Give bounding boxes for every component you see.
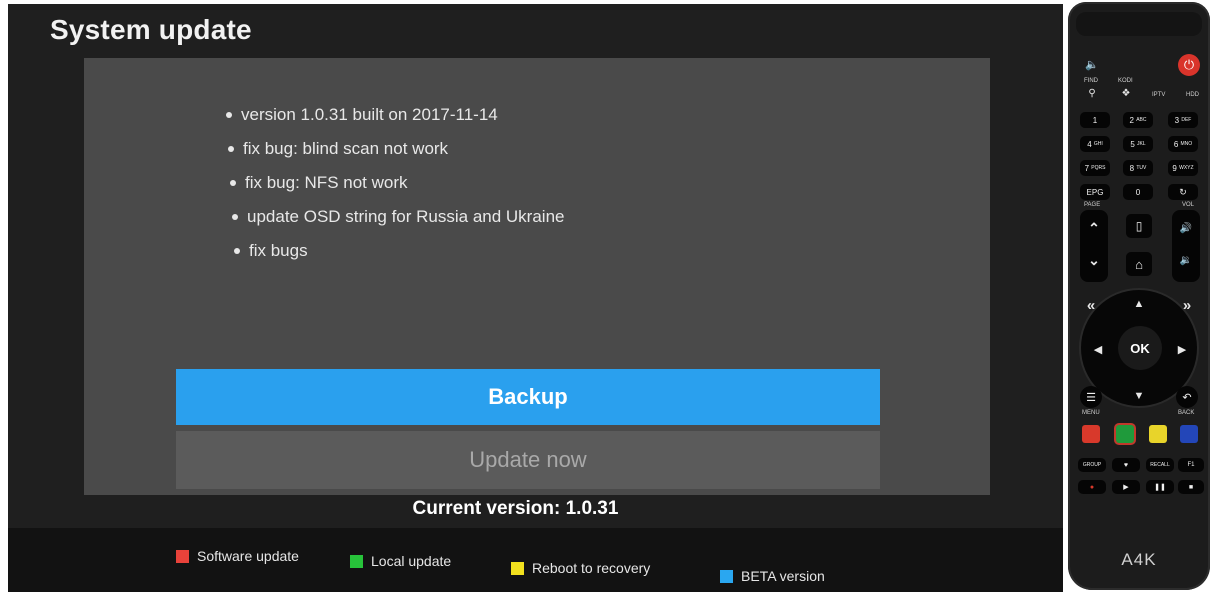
epg-button[interactable]: EPG [1080, 184, 1110, 200]
blue-key[interactable] [1180, 425, 1198, 443]
release-notes-list: version 1.0.31 built on 2017-11-14 fix b… [156, 98, 565, 268]
remote-control: 🔈 ⏻ FIND KODI ⚲ ❖ IPTV HDD 1 2 ABC 3 DEF… [1068, 2, 1210, 590]
play-icon[interactable]: ▶ [1112, 480, 1140, 494]
brand-logo: A4K [1121, 550, 1157, 569]
heart-icon[interactable]: ♥ [1112, 458, 1140, 472]
f1-button[interactable]: F1 [1178, 458, 1204, 472]
number-key-9[interactable]: 9 WXYZ [1168, 160, 1198, 176]
group-button[interactable]: GROUP [1078, 458, 1106, 472]
ir-window [1076, 12, 1202, 36]
vol-label: VOL [1182, 202, 1195, 208]
arrow-right-icon[interactable]: ▶ [1172, 338, 1192, 360]
find-label: FIND [1084, 78, 1098, 84]
menu-icon[interactable]: ☰ [1080, 386, 1102, 408]
pause-icon[interactable]: ❚❚ [1146, 480, 1174, 494]
blue-key-icon [720, 569, 733, 583]
back-label: BACK [1178, 410, 1195, 416]
stop-icon[interactable]: ■ [1178, 480, 1204, 494]
volume-up-icon[interactable]: 🔊 [1172, 216, 1200, 240]
home-icon[interactable]: ⌂ [1126, 252, 1152, 276]
bullet-icon [232, 214, 238, 220]
number-key-6[interactable]: 6 MNO [1168, 136, 1198, 152]
page-title: System update [50, 14, 252, 45]
release-note-item: version 1.0.31 built on 2017-11-14 [226, 98, 565, 132]
red-key-icon [176, 549, 189, 563]
bullet-icon [228, 146, 234, 152]
legend-reboot-to-recovery[interactable]: Reboot to recovery [511, 560, 650, 576]
tv-screen: System update version 1.0.31 built on 20… [8, 4, 1063, 592]
bullet-icon [230, 180, 236, 186]
update-now-button[interactable]: Update now [176, 431, 880, 489]
bullet-icon [234, 248, 240, 254]
number-key-3[interactable]: 3 DEF [1168, 112, 1198, 128]
number-key-2[interactable]: 2 ABC [1123, 112, 1153, 128]
power-icon[interactable]: ⏻ [1178, 54, 1200, 76]
number-key-5[interactable]: 5 JKL [1123, 136, 1153, 152]
kodi-label: KODI [1118, 78, 1133, 84]
rewind-icon[interactable]: « [1080, 294, 1102, 316]
page-label: PAGE [1084, 202, 1101, 208]
arrow-up-icon[interactable]: ▲ [1128, 294, 1150, 314]
number-key-4[interactable]: 4 GHI [1080, 136, 1110, 152]
swap-icon[interactable]: ↻ [1168, 184, 1198, 200]
fast-forward-icon[interactable]: » [1176, 294, 1198, 316]
legend-local-update[interactable]: Local update [350, 553, 451, 569]
red-key[interactable] [1082, 425, 1100, 443]
mute-icon[interactable]: 🔈 [1082, 56, 1102, 72]
page-down-icon[interactable]: ⌄ [1080, 248, 1108, 272]
release-note-item: update OSD string for Russia and Ukraine [232, 200, 565, 234]
mouse-icon[interactable]: ▯ [1126, 214, 1152, 238]
current-version-label: Current version: 1.0.31 [412, 498, 619, 519]
arrow-down-icon[interactable]: ▼ [1128, 386, 1150, 406]
number-key-8[interactable]: 8 TUV [1123, 160, 1153, 176]
menu-label: MENU [1082, 410, 1100, 416]
ok-button[interactable]: OK [1118, 326, 1162, 370]
recall-button[interactable]: RECALL [1146, 458, 1174, 472]
number-key-1[interactable]: 1 [1080, 112, 1110, 128]
yellow-key[interactable] [1149, 425, 1167, 443]
kodi-icon[interactable]: ❖ [1118, 86, 1134, 100]
record-icon[interactable]: ● [1078, 480, 1106, 494]
release-note-item: fix bug: NFS not work [230, 166, 565, 200]
release-note-item: fix bug: blind scan not work [228, 132, 565, 166]
release-note-item: fix bugs [234, 234, 565, 268]
color-key-legend: Software update Local update Reboot to r… [8, 528, 1063, 592]
legend-beta-version[interactable]: BETA version [720, 568, 825, 584]
backup-button[interactable]: Backup [176, 369, 880, 425]
back-icon[interactable]: ↶ [1176, 386, 1198, 408]
page-up-icon[interactable]: ⌃ [1080, 216, 1108, 240]
legend-software-update[interactable]: Software update [176, 548, 299, 564]
number-key-7[interactable]: 7 PQRS [1080, 160, 1110, 176]
green-key[interactable] [1116, 425, 1134, 443]
number-key-0[interactable]: 0 [1123, 184, 1153, 200]
search-icon[interactable]: ⚲ [1084, 86, 1100, 100]
yellow-key-icon [511, 561, 524, 575]
bullet-icon [226, 112, 232, 118]
iptv-label[interactable]: IPTV [1152, 92, 1165, 98]
volume-down-icon[interactable]: 🔉 [1172, 248, 1200, 272]
green-key-icon [350, 554, 363, 568]
arrow-left-icon[interactable]: ◀ [1088, 338, 1108, 360]
hdd-label[interactable]: HDD [1186, 92, 1199, 98]
